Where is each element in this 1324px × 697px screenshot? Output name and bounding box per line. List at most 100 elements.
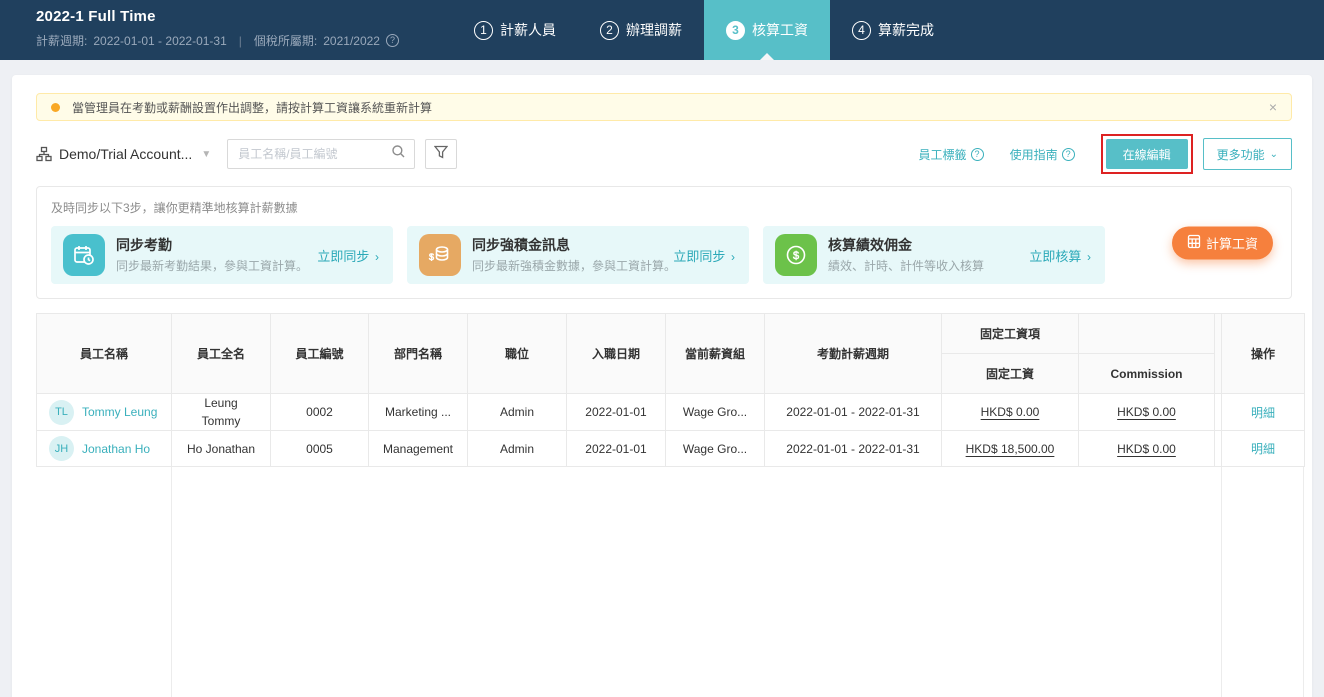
divider: | [238,33,242,48]
content-card: 當管理員在考勤或薪酬設置作出調整，請按計算工資讓系統重新計算 × Demo/Tr… [12,75,1312,697]
employee-name-link[interactable]: Tommy Leung [82,405,157,419]
sync-cards: 同步考勤 同步最新考勤結果，參與工資計算。 立即同步 › $ 同步強積金訊息 同… [51,226,1277,284]
sync-panel: 及時同步以下3步，讓你更精準地核算計薪數據 同步考勤 同步最新考勤結果，參與工資… [36,186,1292,299]
frozen-right-column-border [1221,467,1222,697]
employee-cell: TL Tommy Leung [49,399,171,425]
sync-card-title: 核算績效佣金 [828,237,912,254]
step-3-calculate-wages[interactable]: 3 核算工資 [704,0,830,60]
hire-date-cell: 2022-01-01 [566,393,666,431]
question-circle-icon: ? [1061,147,1075,161]
sync-now-label: 立即同步 [317,248,370,264]
detail-link[interactable]: 明細 [1251,442,1275,456]
step-nav: 1 計薪人員 2 辦理調薪 3 核算工資 4 算薪完成 [452,0,956,60]
sync-card-title: 同步強積金訊息 [472,237,570,254]
col-hire-date: 入職日期 [566,313,666,394]
toolbar-right: 員工標籤 ? 使用指南 ? 在線編輯 更多功能 ⌄ [919,134,1292,174]
question-circle-icon: ? [970,147,984,161]
chevron-right-icon: › [375,249,379,264]
step-2-salary-adjustment[interactable]: 2 辦理調薪 [578,0,704,60]
step-label: 核算工資 [752,22,808,38]
page-title: 2022-1 Full Time [36,8,156,25]
svg-text:$: $ [429,252,434,262]
search-box [227,139,416,169]
employee-tags-link[interactable]: 員工標籤 ? [919,146,984,163]
period-label: 計薪週期: [36,34,88,48]
sync-card-text: 同步強積金訊息 同步最新強積金數據，參與工資計算。 [472,236,677,274]
wage-group-cell: Wage Gro... [665,393,765,431]
wage-group-cell: Wage Gro... [665,430,765,467]
chevron-right-icon: › [731,249,735,264]
attendance-period-cell: 2022-01-01 - 2022-01-31 [764,430,942,467]
avatar: JH [49,436,74,461]
toolbar: Demo/Trial Account... ▼ 員工標籤 ? [36,134,1292,174]
close-icon[interactable]: × [1269,100,1277,114]
table-row: JH Jonathan Ho Ho Jonathan 0005 Manageme… [36,430,1305,467]
sync-card-desc: 績效、計時、計件等收入核算 [828,258,985,273]
top-navbar: 2022-1 Full Time 計薪週期: 2022-01-01 - 2022… [0,0,1324,60]
payroll-table: 員工名稱 員工全名 員工編號 部門名稱 職位 入職日期 當前薪資組 考勤計薪週期… [36,313,1305,467]
more-functions-button[interactable]: 更多功能 ⌄ [1202,138,1292,170]
table-extension [36,467,1304,697]
full-name-cell: Leung Tommy [171,393,271,431]
col-attendance-period: 考勤計薪週期 [764,313,942,394]
sync-card-text: 核算績效佣金 績效、計時、計件等收入核算 [828,236,984,274]
frozen-left-column-border [171,467,172,697]
col-commission: Commission [1078,353,1215,394]
payroll-table-wrap: 員工名稱 員工全名 員工編號 部門名稱 職位 入職日期 當前薪資組 考勤計薪週期… [36,313,1305,467]
col-group-empty [1078,313,1215,354]
spacer-cell [1214,393,1222,431]
step-label: 算薪完成 [878,22,934,38]
payroll-run-info: 2022-1 Full Time 計薪週期: 2022-01-01 - 2022… [36,8,399,49]
calculator-icon [1187,234,1201,251]
calculate-now-label: 立即核算 [1029,248,1082,264]
calendar-clock-icon [63,234,105,276]
commission-link[interactable]: HKD$ 0.00 [1117,442,1176,456]
sync-card-desc: 同步最新考勤結果，參與工資計算。 [116,258,309,273]
table-right-border [1303,467,1304,697]
commission-card: $ 核算績效佣金 績效、計時、計件等收入核算 立即核算 › [763,226,1105,284]
attendance-period-cell: 2022-01-01 - 2022-01-31 [764,393,942,431]
col-spacer [1214,313,1222,394]
avatar: TL [49,399,74,425]
question-circle-icon[interactable]: ? [385,34,399,47]
detail-link[interactable]: 明細 [1251,406,1275,420]
svg-text:$: $ [793,250,799,262]
department-cell: Management [368,430,468,467]
sync-card-desc: 同步最新強積金數據，參與工資計算。 [472,258,677,273]
chevron-right-icon: › [1087,249,1091,264]
commission-link[interactable]: HKD$ 0.00 [1117,405,1176,419]
employee-name-link[interactable]: Jonathan Ho [82,442,150,456]
org-selector[interactable]: Demo/Trial Account... ▼ [36,146,211,162]
col-employee-no: 員工編號 [270,313,369,394]
sync-now-link[interactable]: 立即同步 › [673,246,735,265]
search-input[interactable] [238,147,392,161]
col-employee-name: 員工名稱 [36,313,172,394]
online-edit-button[interactable]: 在線編輯 [1105,139,1188,169]
more-functions-label: 更多功能 [1216,147,1265,162]
fixed-wage-link[interactable]: HKD$ 18,500.00 [966,442,1055,456]
sync-mpf-card: $ 同步強積金訊息 同步最新強積金數據，參與工資計算。 立即同步 › [407,226,749,284]
fixed-wage-link[interactable]: HKD$ 0.00 [981,405,1040,419]
calculate-wages-label: 計算工資 [1205,236,1258,251]
calculate-now-link[interactable]: 立即核算 › [1029,246,1091,265]
sync-now-label: 立即同步 [673,248,726,264]
step-4-payroll-complete[interactable]: 4 算薪完成 [830,0,956,60]
filter-button[interactable] [425,139,458,169]
filter-icon [433,145,449,164]
hire-date-cell: 2022-01-01 [566,430,666,467]
employee-tags-label: 員工標籤 [918,147,967,162]
calculate-wages-button[interactable]: 計算工資 [1171,226,1273,259]
user-guide-label: 使用指南 [1009,147,1058,162]
user-guide-link[interactable]: 使用指南 ? [1010,146,1075,163]
sync-now-link[interactable]: 立即同步 › [317,246,379,265]
col-wage-group: 當前薪資組 [665,313,765,394]
tax-period-value: 2021/2022 [323,33,380,48]
step-1-payroll-staff[interactable]: 1 計薪人員 [452,0,578,60]
col-fixed-wage: 固定工資 [941,353,1079,394]
search-icon[interactable] [391,144,406,164]
warning-dot-icon [51,102,60,112]
employee-cell: JH Jonathan Ho [49,436,171,461]
col-action: 操作 [1221,313,1305,394]
sync-card-title: 同步考勤 [116,237,172,254]
org-tree-icon [36,146,52,162]
